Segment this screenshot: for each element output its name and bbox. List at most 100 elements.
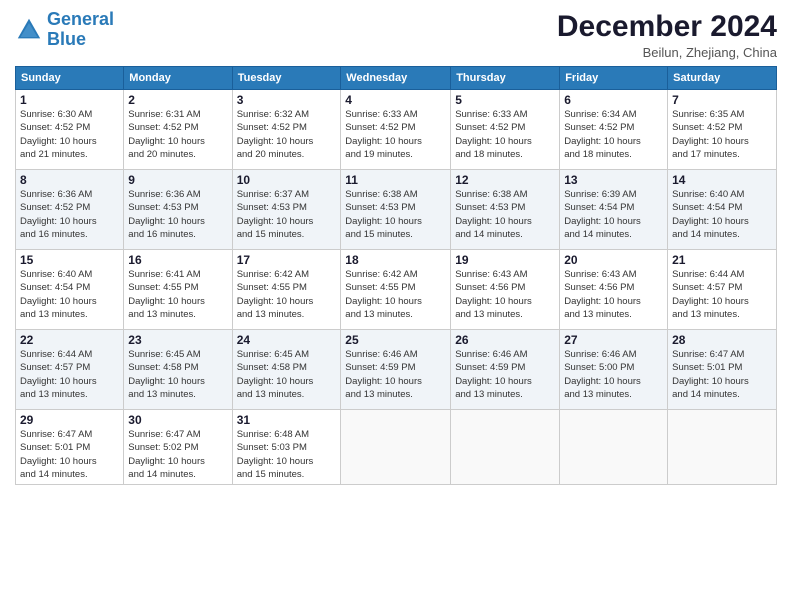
day-info: Sunrise: 6:41 AM Sunset: 4:55 PM Dayligh… <box>128 268 227 321</box>
day-number: 6 <box>564 93 663 107</box>
table-row: 6Sunrise: 6:34 AM Sunset: 4:52 PM Daylig… <box>560 90 668 170</box>
day-number: 24 <box>237 333 337 347</box>
table-row <box>560 410 668 485</box>
day-number: 14 <box>672 173 772 187</box>
day-number: 26 <box>455 333 555 347</box>
day-info: Sunrise: 6:37 AM Sunset: 4:53 PM Dayligh… <box>237 188 337 241</box>
day-info: Sunrise: 6:42 AM Sunset: 4:55 PM Dayligh… <box>237 268 337 321</box>
day-number: 12 <box>455 173 555 187</box>
col-sunday: Sunday <box>16 67 124 90</box>
day-info: Sunrise: 6:39 AM Sunset: 4:54 PM Dayligh… <box>564 188 663 241</box>
day-info: Sunrise: 6:47 AM Sunset: 5:01 PM Dayligh… <box>672 348 772 401</box>
page: General Blue December 2024 Beilun, Zheji… <box>0 0 792 612</box>
table-row: 24Sunrise: 6:45 AM Sunset: 4:58 PM Dayli… <box>232 330 341 410</box>
day-info: Sunrise: 6:40 AM Sunset: 4:54 PM Dayligh… <box>20 268 119 321</box>
table-row: 20Sunrise: 6:43 AM Sunset: 4:56 PM Dayli… <box>560 250 668 330</box>
table-row: 9Sunrise: 6:36 AM Sunset: 4:53 PM Daylig… <box>124 170 232 250</box>
table-row: 22Sunrise: 6:44 AM Sunset: 4:57 PM Dayli… <box>16 330 124 410</box>
calendar-week-row: 29Sunrise: 6:47 AM Sunset: 5:01 PM Dayli… <box>16 410 777 485</box>
table-row: 3Sunrise: 6:32 AM Sunset: 4:52 PM Daylig… <box>232 90 341 170</box>
table-row: 1Sunrise: 6:30 AM Sunset: 4:52 PM Daylig… <box>16 90 124 170</box>
day-info: Sunrise: 6:38 AM Sunset: 4:53 PM Dayligh… <box>345 188 446 241</box>
day-number: 28 <box>672 333 772 347</box>
col-wednesday: Wednesday <box>341 67 451 90</box>
table-row: 29Sunrise: 6:47 AM Sunset: 5:01 PM Dayli… <box>16 410 124 485</box>
day-info: Sunrise: 6:33 AM Sunset: 4:52 PM Dayligh… <box>455 108 555 161</box>
day-number: 1 <box>20 93 119 107</box>
table-row: 14Sunrise: 6:40 AM Sunset: 4:54 PM Dayli… <box>668 170 777 250</box>
table-row: 2Sunrise: 6:31 AM Sunset: 4:52 PM Daylig… <box>124 90 232 170</box>
day-number: 11 <box>345 173 446 187</box>
day-info: Sunrise: 6:43 AM Sunset: 4:56 PM Dayligh… <box>455 268 555 321</box>
day-info: Sunrise: 6:47 AM Sunset: 5:01 PM Dayligh… <box>20 428 119 481</box>
table-row: 16Sunrise: 6:41 AM Sunset: 4:55 PM Dayli… <box>124 250 232 330</box>
day-number: 18 <box>345 253 446 267</box>
logo-text: General Blue <box>47 10 114 50</box>
day-info: Sunrise: 6:44 AM Sunset: 4:57 PM Dayligh… <box>20 348 119 401</box>
table-row: 19Sunrise: 6:43 AM Sunset: 4:56 PM Dayli… <box>451 250 560 330</box>
day-info: Sunrise: 6:46 AM Sunset: 4:59 PM Dayligh… <box>345 348 446 401</box>
day-number: 31 <box>237 413 337 427</box>
day-info: Sunrise: 6:42 AM Sunset: 4:55 PM Dayligh… <box>345 268 446 321</box>
day-info: Sunrise: 6:36 AM Sunset: 4:52 PM Dayligh… <box>20 188 119 241</box>
table-row: 31Sunrise: 6:48 AM Sunset: 5:03 PM Dayli… <box>232 410 341 485</box>
header: General Blue December 2024 Beilun, Zheji… <box>15 10 777 60</box>
table-row: 4Sunrise: 6:33 AM Sunset: 4:52 PM Daylig… <box>341 90 451 170</box>
col-thursday: Thursday <box>451 67 560 90</box>
logo-icon <box>15 16 43 44</box>
calendar-table: Sunday Monday Tuesday Wednesday Thursday… <box>15 66 777 485</box>
table-row: 11Sunrise: 6:38 AM Sunset: 4:53 PM Dayli… <box>341 170 451 250</box>
logo-line1: General <box>47 9 114 29</box>
day-info: Sunrise: 6:40 AM Sunset: 4:54 PM Dayligh… <box>672 188 772 241</box>
day-number: 27 <box>564 333 663 347</box>
month-title: December 2024 <box>557 10 777 43</box>
day-info: Sunrise: 6:43 AM Sunset: 4:56 PM Dayligh… <box>564 268 663 321</box>
day-info: Sunrise: 6:36 AM Sunset: 4:53 PM Dayligh… <box>128 188 227 241</box>
table-row <box>451 410 560 485</box>
calendar-week-row: 15Sunrise: 6:40 AM Sunset: 4:54 PM Dayli… <box>16 250 777 330</box>
day-number: 25 <box>345 333 446 347</box>
table-row: 13Sunrise: 6:39 AM Sunset: 4:54 PM Dayli… <box>560 170 668 250</box>
day-info: Sunrise: 6:46 AM Sunset: 5:00 PM Dayligh… <box>564 348 663 401</box>
day-number: 7 <box>672 93 772 107</box>
day-number: 13 <box>564 173 663 187</box>
table-row <box>668 410 777 485</box>
day-number: 19 <box>455 253 555 267</box>
day-info: Sunrise: 6:45 AM Sunset: 4:58 PM Dayligh… <box>128 348 227 401</box>
calendar-week-row: 8Sunrise: 6:36 AM Sunset: 4:52 PM Daylig… <box>16 170 777 250</box>
table-row <box>341 410 451 485</box>
day-number: 3 <box>237 93 337 107</box>
day-info: Sunrise: 6:35 AM Sunset: 4:52 PM Dayligh… <box>672 108 772 161</box>
day-info: Sunrise: 6:33 AM Sunset: 4:52 PM Dayligh… <box>345 108 446 161</box>
table-row: 30Sunrise: 6:47 AM Sunset: 5:02 PM Dayli… <box>124 410 232 485</box>
table-row: 26Sunrise: 6:46 AM Sunset: 4:59 PM Dayli… <box>451 330 560 410</box>
day-number: 16 <box>128 253 227 267</box>
day-info: Sunrise: 6:30 AM Sunset: 4:52 PM Dayligh… <box>20 108 119 161</box>
day-number: 4 <box>345 93 446 107</box>
day-number: 30 <box>128 413 227 427</box>
calendar-week-row: 1Sunrise: 6:30 AM Sunset: 4:52 PM Daylig… <box>16 90 777 170</box>
day-number: 9 <box>128 173 227 187</box>
day-info: Sunrise: 6:44 AM Sunset: 4:57 PM Dayligh… <box>672 268 772 321</box>
title-block: December 2024 Beilun, Zhejiang, China <box>557 10 777 60</box>
day-number: 10 <box>237 173 337 187</box>
day-number: 2 <box>128 93 227 107</box>
table-row: 12Sunrise: 6:38 AM Sunset: 4:53 PM Dayli… <box>451 170 560 250</box>
table-row: 21Sunrise: 6:44 AM Sunset: 4:57 PM Dayli… <box>668 250 777 330</box>
day-info: Sunrise: 6:34 AM Sunset: 4:52 PM Dayligh… <box>564 108 663 161</box>
table-row: 8Sunrise: 6:36 AM Sunset: 4:52 PM Daylig… <box>16 170 124 250</box>
table-row: 23Sunrise: 6:45 AM Sunset: 4:58 PM Dayli… <box>124 330 232 410</box>
day-number: 8 <box>20 173 119 187</box>
day-number: 23 <box>128 333 227 347</box>
table-row: 17Sunrise: 6:42 AM Sunset: 4:55 PM Dayli… <box>232 250 341 330</box>
table-row: 7Sunrise: 6:35 AM Sunset: 4:52 PM Daylig… <box>668 90 777 170</box>
table-row: 28Sunrise: 6:47 AM Sunset: 5:01 PM Dayli… <box>668 330 777 410</box>
day-info: Sunrise: 6:48 AM Sunset: 5:03 PM Dayligh… <box>237 428 337 481</box>
day-info: Sunrise: 6:38 AM Sunset: 4:53 PM Dayligh… <box>455 188 555 241</box>
location: Beilun, Zhejiang, China <box>557 45 777 60</box>
table-row: 25Sunrise: 6:46 AM Sunset: 4:59 PM Dayli… <box>341 330 451 410</box>
day-number: 17 <box>237 253 337 267</box>
col-saturday: Saturday <box>668 67 777 90</box>
day-number: 22 <box>20 333 119 347</box>
table-row: 5Sunrise: 6:33 AM Sunset: 4:52 PM Daylig… <box>451 90 560 170</box>
